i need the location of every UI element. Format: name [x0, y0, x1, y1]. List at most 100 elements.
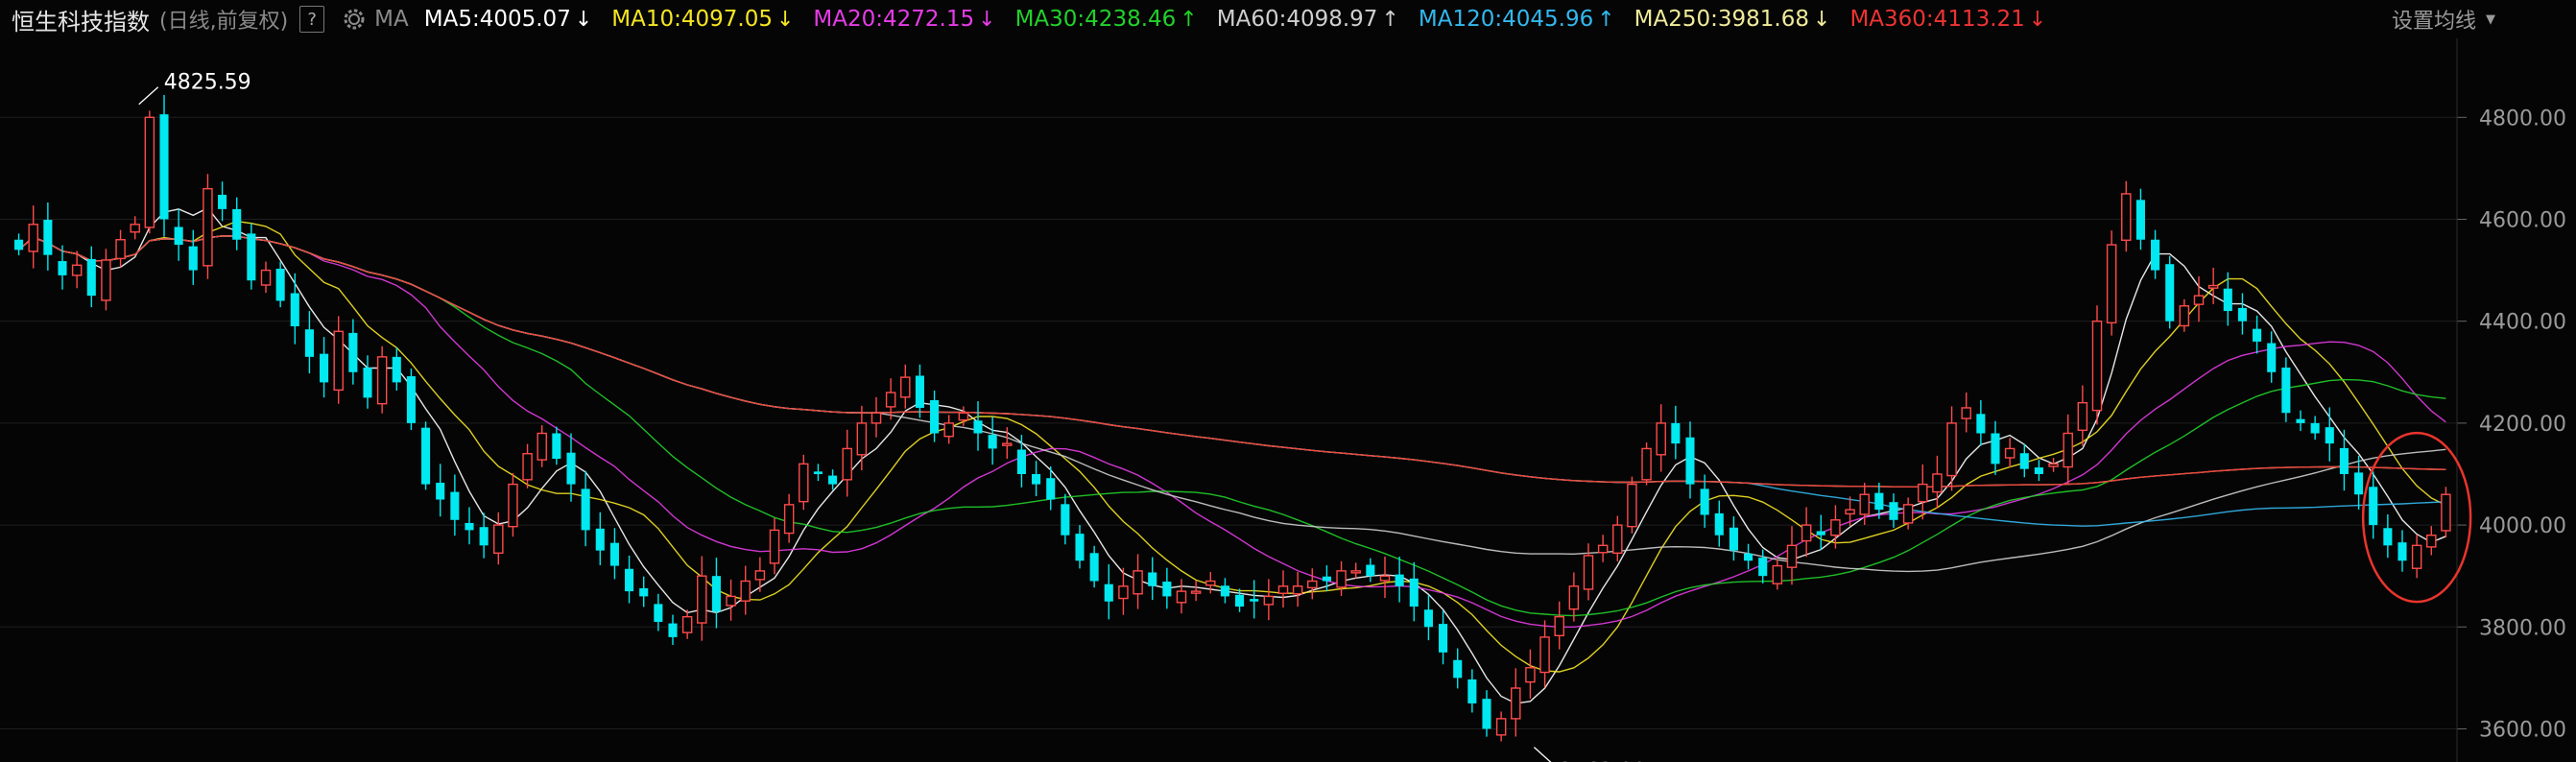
candle-body: [130, 224, 140, 233]
ma-legend: MA5:4005.07 ↓ MA10:4097.05 ↓ MA20:4272.15 ↓ MA…: [424, 7, 2065, 32]
arrow-down-icon: ↓: [574, 7, 593, 32]
candle-body: [1641, 447, 1652, 481]
ma-legend-item: MA20:4272.15 ↓: [813, 7, 995, 32]
candle-body: [1902, 504, 1914, 524]
candle-body: [2281, 368, 2291, 414]
candle-body: [1467, 679, 1477, 703]
ma-legend-item: MA360:4113.21 ↓: [1849, 7, 2046, 32]
adjust-mode-label: (日线,前复权): [159, 10, 289, 34]
ma-settings-label: 设置均线: [2391, 10, 2476, 34]
candle-body: [2048, 463, 2059, 467]
candle-body: [609, 542, 619, 566]
candle-body: [1568, 585, 1580, 610]
candle-body: [2077, 401, 2088, 432]
candle-body: [203, 187, 213, 267]
candle-body: [1395, 574, 1404, 586]
candle-body: [566, 452, 576, 485]
candle-body: [304, 329, 314, 357]
candle-body: [436, 483, 445, 500]
ma-legend-value: MA120:4045.96: [1418, 7, 1594, 32]
candle-body: [1336, 570, 1347, 588]
chart-header: 恒生科技指数 (日线,前复权) ? MA MA5:4005.07 ↓ MA10:40…: [0, 0, 2576, 38]
candle-body: [1133, 570, 1143, 595]
ma-legend-value: MA250:3981.68: [1634, 7, 1810, 32]
gear-icon[interactable]: [342, 7, 367, 32]
candle-body: [1235, 594, 1245, 607]
candle-body: [333, 330, 344, 392]
candle-body: [2411, 544, 2422, 569]
index-title: 恒生科技指数: [12, 8, 150, 36]
candle-body: [421, 427, 431, 485]
annotations: 4825.593563.99: [138, 71, 2472, 762]
candle-body: [2354, 472, 2364, 495]
candle-body: [958, 412, 969, 421]
candle-body: [783, 504, 795, 535]
candle-body: [144, 116, 155, 228]
y-tick-label: 4800.00: [2479, 107, 2566, 131]
candle-body: [973, 420, 983, 434]
candle-body: [1554, 615, 1564, 637]
candle-body: [1961, 407, 1971, 419]
candlestick-chart[interactable]: 4800.00 4600.00 4400.00 4200.00 4000.00 3800.…: [0, 38, 2576, 762]
candle-body: [218, 195, 227, 209]
y-tick-label: 4600.00: [2479, 209, 2566, 233]
candle-body: [159, 114, 169, 220]
candle-body: [1292, 585, 1303, 595]
candle-body: [726, 595, 736, 607]
ma-legend-value: MA5:4005.07: [423, 7, 571, 32]
candle-body: [1744, 553, 1753, 561]
candle-body: [2179, 305, 2190, 327]
candle-body: [2151, 239, 2160, 271]
ma-settings-button[interactable]: 设置均线 ▼: [2392, 4, 2495, 35]
candle-body: [581, 488, 590, 531]
candle-body: [943, 422, 954, 438]
candle-body: [1205, 580, 1216, 586]
candle-body: [1597, 544, 1609, 554]
candle-body: [1061, 504, 1070, 536]
candle-body: [1729, 527, 1738, 551]
candle-body: [522, 453, 533, 481]
candle-body: [842, 447, 852, 481]
candle-body: [2106, 244, 2117, 323]
candle-body: [828, 475, 838, 485]
ma-line: [18, 206, 2446, 704]
candle-body: [1176, 590, 1187, 604]
candle-body: [1627, 483, 1637, 528]
help-icon[interactable]: ?: [299, 6, 325, 33]
candle-body: [988, 435, 997, 449]
candle-body: [595, 528, 605, 551]
candle-body: [537, 432, 547, 461]
candle-body: [552, 433, 561, 460]
candle-body: [232, 208, 242, 240]
candle-body: [2207, 284, 2219, 289]
candle-body: [1220, 585, 1229, 597]
candle-body: [465, 522, 474, 531]
ma-legend-item: MA250:3981.68 ↓: [1634, 7, 1831, 32]
arrow-up-icon: ↑: [1381, 7, 1399, 32]
candle-body: [1379, 575, 1391, 582]
candle-body: [101, 259, 111, 301]
ma-legend-item: MA30:4238.46 ↑: [1015, 7, 1198, 32]
ma-legend-item: MA60:4098.97 ↑: [1217, 7, 1399, 32]
candle-body: [2121, 193, 2132, 241]
candle-body: [348, 332, 358, 372]
candle-body: [1801, 524, 1812, 542]
candle-body: [1889, 502, 1898, 520]
candle-body: [1089, 553, 1099, 582]
candle-body: [1453, 659, 1463, 679]
candle-body: [1366, 564, 1375, 577]
candle-body: [654, 604, 663, 622]
candle-body: [1190, 590, 1202, 594]
ma-legend-value: MA360:4113.21: [1849, 7, 2025, 32]
candle-body: [1439, 624, 1448, 653]
candle-body: [1525, 667, 1536, 683]
arrow-down-icon: ↓: [775, 7, 795, 32]
candle-body: [2441, 493, 2451, 532]
candle-body: [1075, 534, 1085, 561]
candle-body: [1148, 572, 1157, 586]
candle-body: [1671, 422, 1681, 444]
ma-line: [18, 235, 2446, 628]
candle-body: [1786, 544, 1798, 568]
ma-legend-value: MA30:4238.46: [1014, 7, 1177, 32]
candle-body: [1918, 483, 1928, 503]
